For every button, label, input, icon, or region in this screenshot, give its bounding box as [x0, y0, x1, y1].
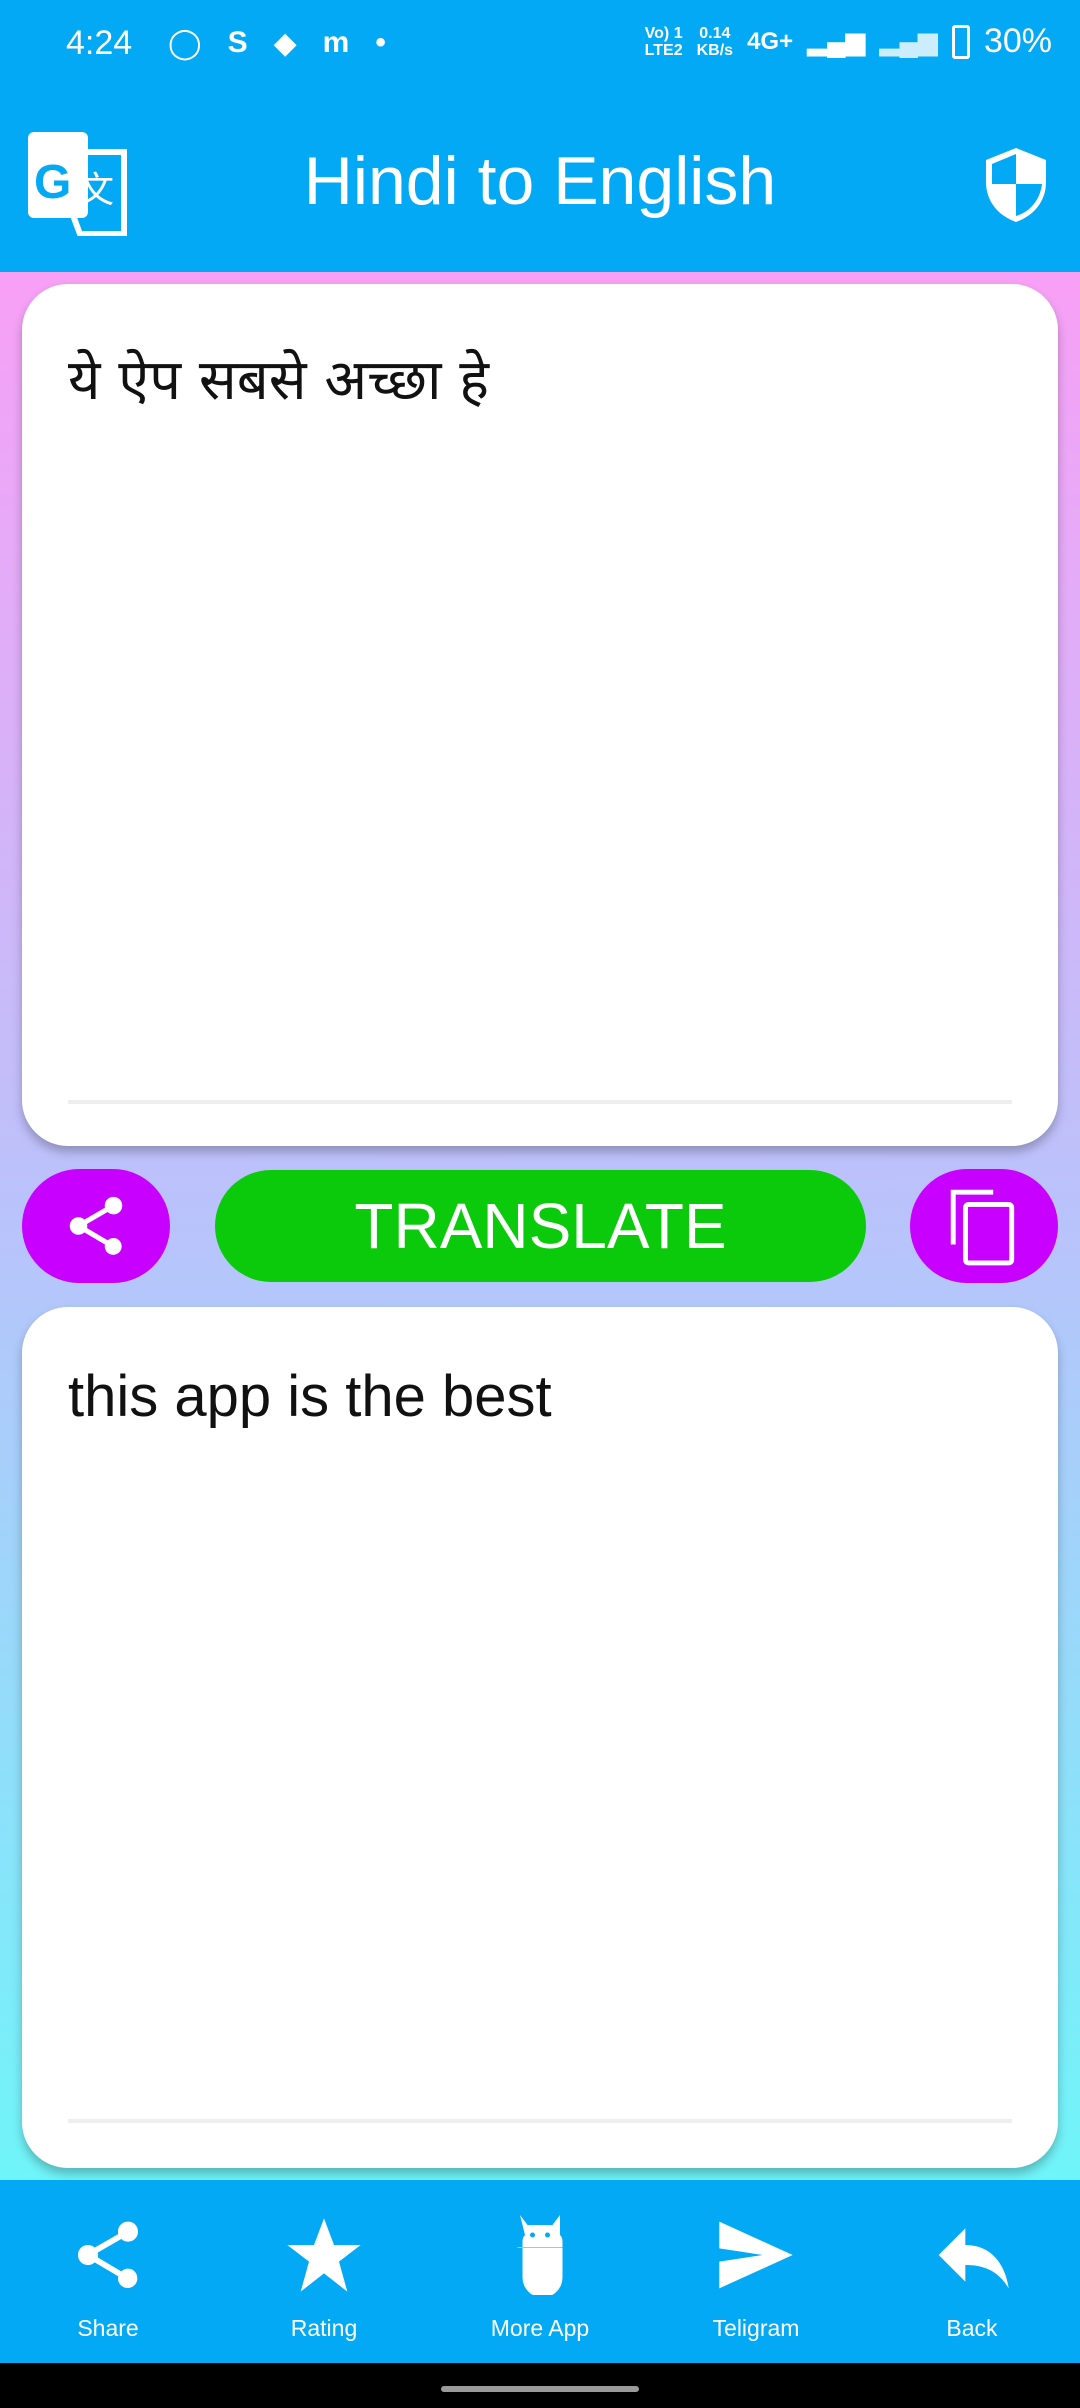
share-icon [69, 1196, 123, 1255]
battery-level: 30% [983, 22, 1052, 60]
android-icon [517, 2215, 563, 2295]
bottom-nav: Share Rating More App Teligram Back [0, 2180, 1080, 2363]
s-app-icon: S [227, 26, 248, 59]
nav-back-label: Back [946, 2315, 998, 2341]
nav-rating[interactable]: Rating [216, 2180, 432, 2363]
home-indicator[interactable] [441, 2386, 639, 2392]
nav-share-label: Share [77, 2315, 139, 2341]
nav-more-app[interactable]: More App [432, 2180, 648, 2363]
signal-icon: ▂▄▆ [807, 26, 866, 56]
page-title: Hindi to English [303, 143, 777, 219]
input-underline [68, 1100, 1012, 1104]
dot-icon: • [375, 26, 386, 59]
nav-telegram[interactable]: Teligram [648, 2180, 864, 2363]
input-card: ये ऐप सबसे अच्छा हे [22, 284, 1058, 1146]
nav-share[interactable]: Share [0, 2180, 216, 2363]
signal-icon-2: ▂▄▆ [879, 26, 938, 56]
copy-icon [950, 1189, 1015, 1266]
translate-button[interactable]: TRANSLATE [215, 1170, 866, 1282]
battery-icon [951, 24, 970, 59]
send-icon [719, 2221, 793, 2289]
nav-telegram-label: Teligram [712, 2315, 800, 2341]
whatsapp-icon: ◯ [168, 27, 202, 60]
nav-rating-label: Rating [290, 2315, 358, 2341]
app-bar: G文 Hindi to English [0, 90, 1080, 272]
drive-icon: ◆ [273, 27, 297, 60]
copy-button[interactable] [910, 1169, 1058, 1283]
output-underline [68, 2119, 1012, 2123]
volte-indicator: Vo) 1 LTE2 [644, 24, 683, 59]
output-card: this app is the best [22, 1307, 1058, 2168]
nav-back[interactable]: Back [864, 2180, 1080, 2363]
share-button[interactable] [22, 1169, 170, 1283]
m-app-icon: m [322, 26, 350, 59]
status-time: 4:24 [66, 24, 133, 62]
share-icon [78, 2221, 138, 2288]
english-output[interactable]: this app is the best [68, 1363, 552, 1430]
shield-icon[interactable] [984, 146, 1048, 229]
notification-icons: ◯ S ◆ m • [168, 26, 386, 61]
hindi-input[interactable]: ये ऐप सबसे अच्छा हे [68, 340, 489, 416]
nav-more-app-label: More App [490, 2315, 590, 2341]
star-icon [287, 2218, 361, 2292]
network-speed: 0.14 KB/s [696, 24, 734, 59]
reply-icon [938, 2228, 1009, 2289]
status-bar: 4:24 ◯ S ◆ m • Vo) 1 LTE2 0.14 KB/s 4G+ ▂▄… [0, 0, 1080, 90]
network-type: 4G+ [747, 27, 794, 55]
